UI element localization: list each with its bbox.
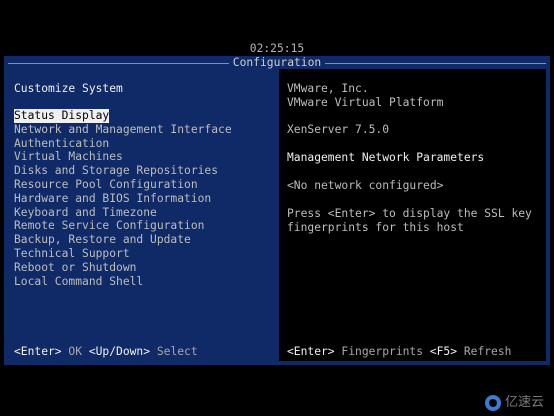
menu-item-disks-storage[interactable]: Disks and Storage Repositories [14, 164, 232, 178]
menu-item-authentication[interactable]: Authentication [14, 137, 232, 151]
system-clock: 02:25:15 [249, 42, 305, 55]
menu-item-remote-service[interactable]: Remote Service Configuration [14, 219, 232, 233]
menu-pane: Customize System Status Display Network … [8, 69, 278, 361]
status-key-hints: <Enter> Fingerprints <F5> Refresh [287, 345, 511, 359]
hint-key-f5: <F5> [429, 345, 458, 358]
menu-item-resource-pool[interactable]: Resource Pool Configuration [14, 178, 232, 192]
menu-item-network-management[interactable]: Network and Management Interface [14, 123, 232, 137]
menu-item-reboot-shutdown[interactable]: Reboot or Shutdown [14, 261, 232, 275]
hint-text-ok: OK [61, 345, 89, 358]
hint-key-updown: <Up/Down> [88, 345, 151, 358]
status-pane: VMware, Inc. VMware Virtual Platform Xen… [279, 69, 546, 361]
hint-text-refresh: Refresh [457, 345, 512, 358]
product-version: XenServer 7.5.0 [287, 123, 390, 136]
window-title-bar: Configuration [4, 56, 550, 70]
main-menu: Status Display Network and Management In… [14, 109, 232, 288]
menu-item-technical-support[interactable]: Technical Support [14, 247, 232, 261]
window-title: Configuration [228, 56, 326, 69]
platform-name: VMware Virtual Platform [287, 96, 444, 109]
section-title: Management Network Parameters [287, 151, 485, 164]
vendor-name: VMware, Inc. [287, 82, 369, 95]
hint-key-enter: <Enter> [14, 345, 62, 358]
network-status: <No network configured> [287, 179, 444, 192]
menu-item-local-shell[interactable]: Local Command Shell [14, 275, 232, 289]
hint-text-select: Select [150, 345, 198, 358]
configuration-window: Configuration Customize System Status Di… [4, 56, 550, 365]
menu-item-virtual-machines[interactable]: Virtual Machines [14, 150, 232, 164]
watermark: 亿速云 [484, 394, 544, 412]
hint-key-enter-fingerprints: <Enter> [287, 345, 335, 358]
cloud-logo-icon [484, 395, 501, 411]
menu-key-hints: <Enter> OK <Up/Down> Select [14, 345, 198, 359]
menu-item-keyboard-timezone[interactable]: Keyboard and Timezone [14, 206, 232, 220]
menu-item-status-display[interactable]: Status Display [14, 109, 110, 123]
ssl-hint-line1: Press <Enter> to display the SSL key [287, 207, 532, 220]
menu-item-backup-restore[interactable]: Backup, Restore and Update [14, 233, 232, 247]
menu-heading: Customize System [14, 82, 123, 95]
watermark-text: 亿速云 [504, 395, 544, 411]
ssl-hint-line2: fingerprints for this host [287, 221, 464, 234]
menu-item-hardware-bios[interactable]: Hardware and BIOS Information [14, 192, 232, 206]
hint-text-fingerprints: Fingerprints [334, 345, 430, 358]
